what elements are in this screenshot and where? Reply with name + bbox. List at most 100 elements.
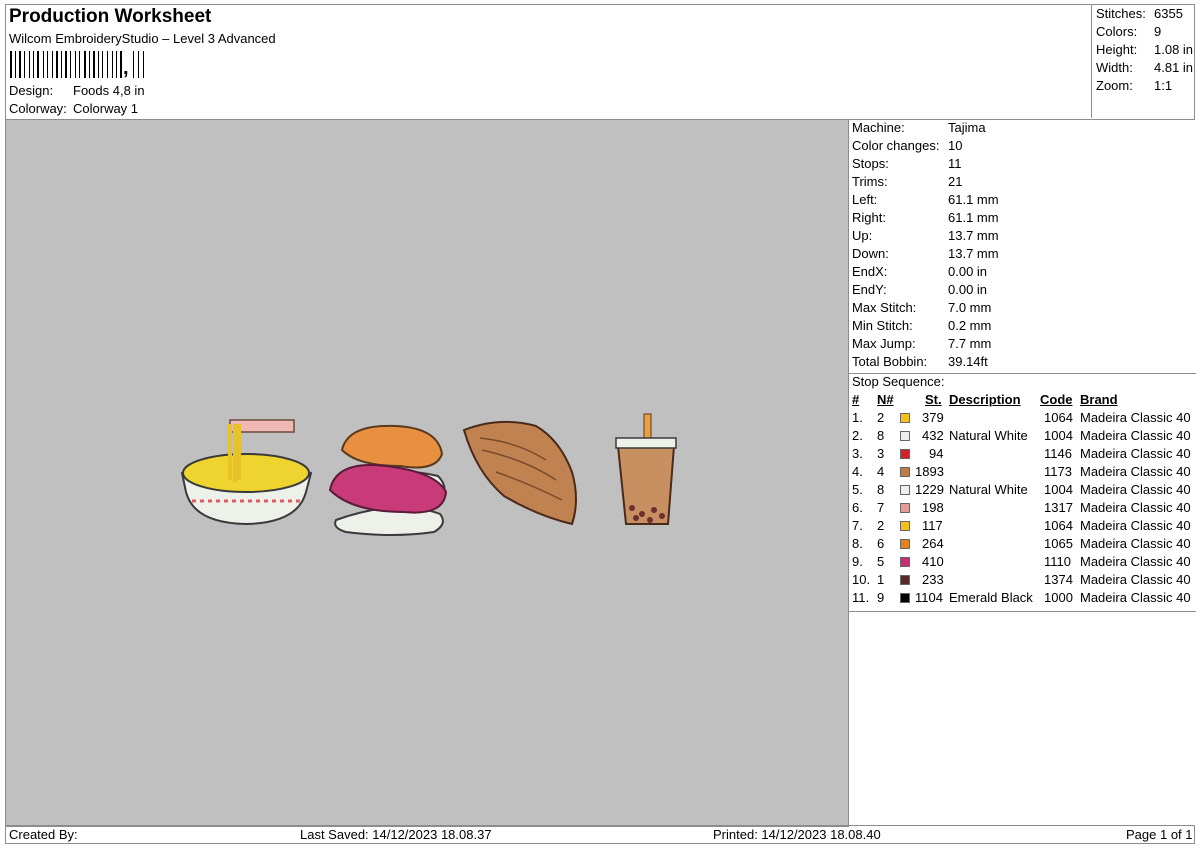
row-num: 4. [852,464,863,479]
row-needle: 8 [877,428,885,443]
row-stitches: 94 [929,446,944,461]
divider [849,611,1196,612]
row-brand: Madeira Classic 40 [1080,410,1191,425]
machine-info-row: Machine: Tajima [852,120,986,135]
page-title: Production Worksheet [9,6,212,27]
machine-info-row: Left: 61.1 mm [852,192,999,207]
color-swatch [900,485,910,495]
stop-sequence-row: 10. 1 233 1374 Madeira Classic 40 [852,572,1196,590]
machine-info-row: Min Stitch: 0.2 mm [852,318,992,333]
stat-stitches: Stitches: 6355 [1096,6,1183,21]
row-needle: 2 [877,518,885,533]
row-stitches: 410 [922,554,944,569]
created-by: Created By: [9,827,78,842]
row-code: 1064 [1044,410,1073,425]
barcode-text: , [123,57,129,79]
row-code: 1110 [1044,554,1071,569]
row-code: 1004 [1044,482,1073,497]
noodle-bowl-icon [180,419,313,526]
stat-zoom: Zoom: 1:1 [1096,78,1173,93]
color-swatch [900,521,910,531]
row-num: 11. [852,590,870,605]
row-num: 1. [852,410,863,425]
sushi-icon [328,424,448,536]
stop-sequence-row: 8. 6 264 1065 Madeira Classic 40 [852,536,1196,554]
stop-sequence-row: 9. 5 410 1110 Madeira Classic 40 [852,554,1196,572]
row-stitches: 379 [922,410,944,425]
embroidery-preview [180,413,677,536]
row-needle: 8 [877,482,885,497]
row-stitches: 264 [922,536,944,551]
col-brand: Brand [1080,392,1118,407]
row-stitches: 198 [922,500,944,515]
row-needle: 1 [877,572,885,587]
col-description: Description [949,392,1021,407]
machine-info-row: Color changes: 10 [852,138,963,153]
col-needle: N# [877,392,894,407]
machine-info-row: Max Jump: 7.7 mm [852,336,992,351]
color-swatch [900,557,910,567]
row-description: Natural White [949,482,1028,497]
row-description: Emerald Black [949,590,1033,605]
page-number: Page 1 of 1 [1126,827,1193,842]
machine-info-row: Stops: 11 [852,156,962,171]
row-needle: 3 [877,446,885,461]
bubble-tea-icon [615,413,677,525]
stats-box: Stitches: 6355 Colors: 9 Height: 1.08 in Wi… [1091,4,1196,118]
row-needle: 5 [877,554,885,569]
row-brand: Madeira Classic 40 [1080,500,1191,515]
row-num: 3. [852,446,863,461]
row-code: 1173 [1044,464,1072,479]
printed-date: Printed: 14/12/2023 18.08.40 [713,827,881,842]
row-num: 5. [852,482,863,497]
row-stitches: 117 [922,518,943,533]
row-code: 1374 [1044,572,1073,587]
row-brand: Madeira Classic 40 [1080,518,1191,533]
dumpling-icon [462,420,577,526]
machine-info-row: Max Stitch: 7.0 mm [852,300,992,315]
row-stitches: 1104 [915,590,943,605]
design-row: Design: Foods 4,8 in [9,83,145,98]
row-code: 1004 [1044,428,1073,443]
row-code: 1317 [1044,500,1073,515]
row-stitches: 1893 [915,464,944,479]
row-code: 1000 [1044,590,1073,605]
stop-sequence-row: 7. 2 117 1064 Madeira Classic 40 [852,518,1196,536]
row-description: Natural White [949,428,1028,443]
footer: Created By: Last Saved: 14/12/2023 18.08… [5,825,1195,844]
row-stitches: 233 [922,572,944,587]
row-needle: 4 [877,464,885,479]
machine-info-row: Right: 61.1 mm [852,210,999,225]
row-needle: 2 [877,410,885,425]
machine-info-row: Total Bobbin: 39.14ft [852,354,988,369]
stop-sequence-row: 11. 9 1104 Emerald Black 1000 Madeira Classic… [852,590,1196,608]
row-num: 8. [852,536,863,551]
color-swatch [900,539,910,549]
machine-info-row: Trims: 21 [852,174,963,189]
software-name: Wilcom EmbroideryStudio – Level 3 Advanc… [9,31,276,46]
color-swatch [900,413,910,423]
colorway-value: Colorway 1 [73,101,139,116]
design-preview [5,119,849,827]
row-code: 1065 [1044,536,1073,551]
machine-info-row: EndX: 0.00 in [852,264,988,279]
design-label: Design: [9,83,54,98]
colorway-row: Colorway: Colorway 1 [9,101,138,116]
barcode [10,51,144,78]
row-brand: Madeira Classic 40 [1080,482,1191,497]
row-num: 6. [852,500,863,515]
row-needle: 7 [877,500,885,515]
row-brand: Madeira Classic 40 [1080,446,1191,461]
stop-sequence-row: 3. 3 94 1146 Madeira Classic 40 [852,446,1196,464]
row-needle: 6 [877,536,885,551]
row-brand: Madeira Classic 40 [1080,554,1191,569]
row-brand: Madeira Classic 40 [1080,536,1191,551]
machine-info-row: Down: 13.7 mm [852,246,999,261]
color-swatch [900,593,910,603]
color-swatch [900,503,910,513]
colorway-label: Colorway: [9,101,67,116]
row-brand: Madeira Classic 40 [1080,464,1191,479]
row-code: 1064 [1044,518,1073,533]
info-panel: Machine: Tajima Color changes: 10 Stops: 11 Tr… [848,119,1196,825]
color-swatch [900,575,910,585]
